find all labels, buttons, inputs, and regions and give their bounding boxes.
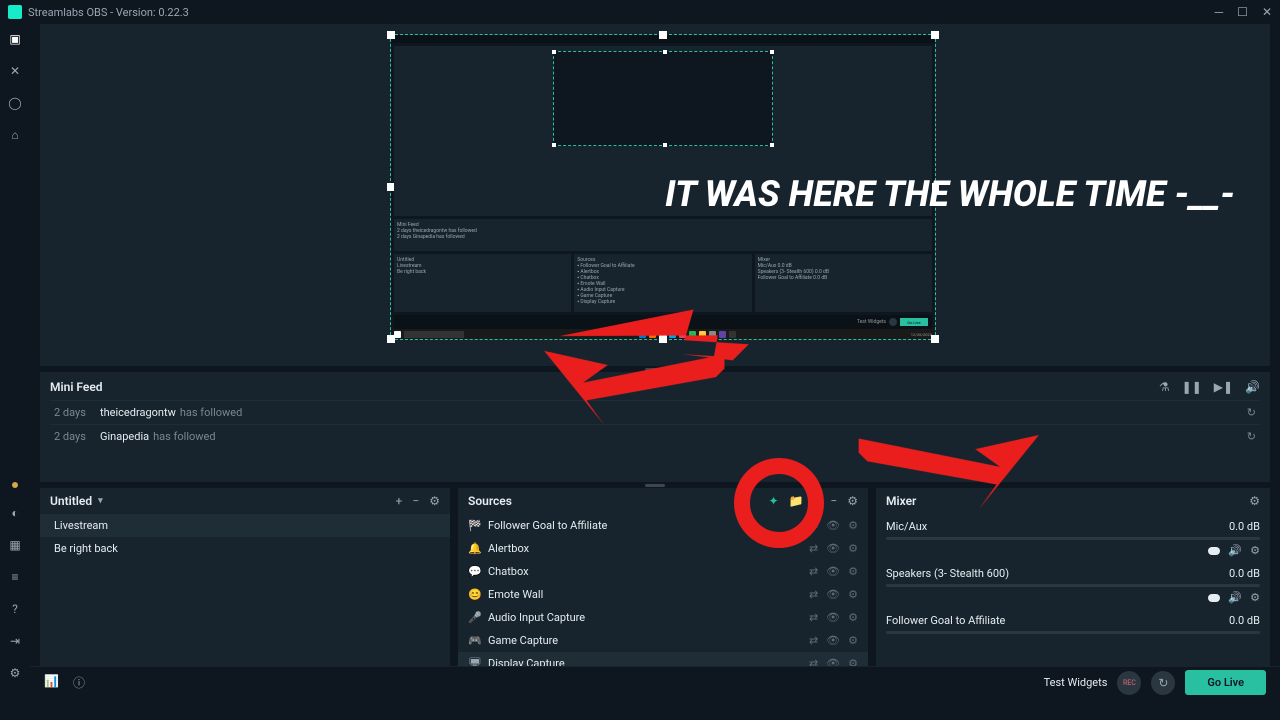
chevron-down-icon[interactable]: ▾ xyxy=(98,496,103,506)
source-link-icon[interactable]: ⇄ xyxy=(809,588,818,601)
source-link-icon[interactable]: ⇄ xyxy=(809,611,818,624)
scene-item[interactable]: Livestream xyxy=(40,514,450,537)
source-item[interactable]: 😊Emote Wall⇄👁⚙ xyxy=(458,583,868,606)
source-type-icon: 🔔 xyxy=(468,542,480,555)
source-item[interactable]: 💬Chatbox⇄👁⚙ xyxy=(458,560,868,583)
source-item[interactable]: 🎮Game Capture⇄👁⚙ xyxy=(458,629,868,652)
notification-dot-icon[interactable] xyxy=(12,482,18,488)
volume-meter xyxy=(886,537,1260,540)
nav-bars-icon[interactable]: ≡ xyxy=(8,570,22,584)
window-close-icon[interactable]: ✕ xyxy=(1262,5,1272,19)
source-link-icon[interactable]: ⇄ xyxy=(809,565,818,578)
record-button[interactable]: REC xyxy=(1117,671,1141,695)
resize-handle[interactable] xyxy=(387,335,395,343)
filter-icon[interactable]: ⚗ xyxy=(1159,380,1170,394)
source-visibility-icon[interactable]: 👁 xyxy=(826,542,840,555)
source-settings-icon[interactable]: ⚙ xyxy=(847,494,858,508)
mute-icon[interactable]: 🔊 xyxy=(1228,591,1242,604)
nav-studio-icon[interactable]: ◐ xyxy=(8,506,22,520)
volume-slider-knob[interactable] xyxy=(1208,547,1220,555)
channel-settings-icon[interactable]: ⚙ xyxy=(1250,544,1260,557)
volume-meter xyxy=(886,631,1260,634)
mini-feed-title: Mini Feed xyxy=(50,380,103,394)
replay-icon[interactable]: ↻ xyxy=(1247,430,1256,443)
volume-meter xyxy=(886,584,1260,587)
source-lock-icon[interactable]: ⚙ xyxy=(848,542,858,555)
nav-settings-icon[interactable]: ⚙ xyxy=(8,666,22,680)
source-lock-icon[interactable]: ⚙ xyxy=(848,588,858,601)
stats-icon[interactable]: 📊 xyxy=(44,674,59,691)
source-visibility-icon[interactable]: 👁 xyxy=(826,588,840,601)
annotation-text: IT WAS HERE THE WHOLE TIME -__- xyxy=(665,175,1235,215)
source-item[interactable]: 🖥Display Capture⇄👁⚙ xyxy=(458,652,868,666)
nav-editor-icon[interactable]: ▣ xyxy=(8,32,22,46)
go-live-button[interactable]: Go Live xyxy=(1185,670,1266,695)
left-nav-lower: ◐ ▦ ≡ ? ⇥ ⚙ xyxy=(0,482,30,680)
add-scene-icon[interactable]: + xyxy=(396,494,403,508)
volume-slider-knob[interactable] xyxy=(1208,594,1220,602)
info-icon[interactable]: ⓘ xyxy=(73,674,85,691)
nav-store-icon[interactable]: ⌂ xyxy=(8,128,22,142)
scene-item[interactable]: Be right back xyxy=(40,537,450,560)
source-lock-icon[interactable]: ⚙ xyxy=(848,519,858,532)
source-lock-icon[interactable]: ⚙ xyxy=(848,565,858,578)
source-type-icon: 😊 xyxy=(468,588,480,601)
source-link-icon[interactable]: ⇄ xyxy=(809,657,818,666)
source-type-icon: 🎤 xyxy=(468,611,480,624)
scene-settings-icon[interactable]: ⚙ xyxy=(429,494,440,508)
bottom-bar: 📊 ⓘ Test Widgets REC ↻ Go Live xyxy=(30,666,1280,698)
replay-icon[interactable]: ↻ xyxy=(1247,406,1256,419)
mixer-settings-icon[interactable]: ⚙ xyxy=(1249,494,1260,508)
app-title: Streamlabs OBS - Version: 0.22.3 xyxy=(28,6,189,19)
nav-layout-icon[interactable]: ▦ xyxy=(8,538,22,552)
volume-icon[interactable]: 🔊 xyxy=(1245,380,1260,394)
window-minimize-icon[interactable]: ─ xyxy=(1215,5,1224,19)
remove-scene-icon[interactable]: − xyxy=(412,494,419,508)
resize-handle[interactable] xyxy=(931,31,939,39)
source-visibility-icon[interactable]: 👁 xyxy=(826,634,840,647)
source-type-icon: 🎮 xyxy=(468,634,480,647)
test-widgets-button[interactable]: Test Widgets xyxy=(1044,676,1108,689)
source-link-icon[interactable]: ⇄ xyxy=(809,634,818,647)
source-lock-icon[interactable]: ⚙ xyxy=(848,634,858,647)
resize-handle[interactable] xyxy=(387,31,395,39)
source-visibility-icon[interactable]: 👁 xyxy=(826,565,840,578)
source-lock-icon[interactable]: ⚙ xyxy=(848,657,858,666)
nav-search-icon[interactable]: ◯ xyxy=(8,96,22,110)
pause-icon[interactable]: ❚❚ xyxy=(1182,380,1202,394)
scenes-panel: Untitled ▾ + − ⚙ Livestream Be right back xyxy=(40,488,450,666)
window-maximize-icon[interactable]: ☐ xyxy=(1237,5,1248,19)
mute-icon[interactable]: 🔊 xyxy=(1228,544,1242,557)
source-type-icon: 🖥 xyxy=(468,657,480,666)
source-lock-icon[interactable]: ⚙ xyxy=(848,611,858,624)
nav-logout-icon[interactable]: ⇥ xyxy=(8,634,22,648)
source-item[interactable]: 🎤Audio Input Capture⇄👁⚙ xyxy=(458,606,868,629)
source-link-icon[interactable]: ⇄ xyxy=(809,542,818,555)
resize-handle[interactable] xyxy=(659,31,667,39)
replay-buffer-button[interactable]: ↻ xyxy=(1151,671,1175,695)
nav-help-icon[interactable]: ? xyxy=(8,602,22,616)
mixer-channel: Speakers (3- Stealth 600)0.0 dB🔊⚙ xyxy=(886,567,1260,604)
source-visibility-icon[interactable]: 👁 xyxy=(826,657,840,666)
channel-settings-icon[interactable]: ⚙ xyxy=(1250,591,1260,604)
annotation-circle xyxy=(734,458,824,548)
mixer-channel: Follower Goal to Affiliate0.0 dB xyxy=(886,614,1260,634)
nav-themes-icon[interactable]: ✕ xyxy=(8,64,22,78)
scene-collection-name[interactable]: Untitled xyxy=(50,494,92,508)
source-type-icon: 🏁 xyxy=(468,519,480,532)
source-visibility-icon[interactable]: 👁 xyxy=(826,611,840,624)
source-visibility-icon[interactable]: 👁 xyxy=(826,519,840,532)
app-logo-icon xyxy=(8,5,22,19)
source-type-icon: 💬 xyxy=(468,565,480,578)
skip-icon[interactable]: ▶❚ xyxy=(1214,380,1233,394)
remove-source-icon[interactable]: − xyxy=(830,494,837,508)
sources-title: Sources xyxy=(468,494,512,508)
source-item[interactable]: 🔔Alertbox⇄👁⚙ xyxy=(458,537,868,560)
titlebar: Streamlabs OBS - Version: 0.22.3 ─ ☐ ✕ xyxy=(0,0,1280,24)
